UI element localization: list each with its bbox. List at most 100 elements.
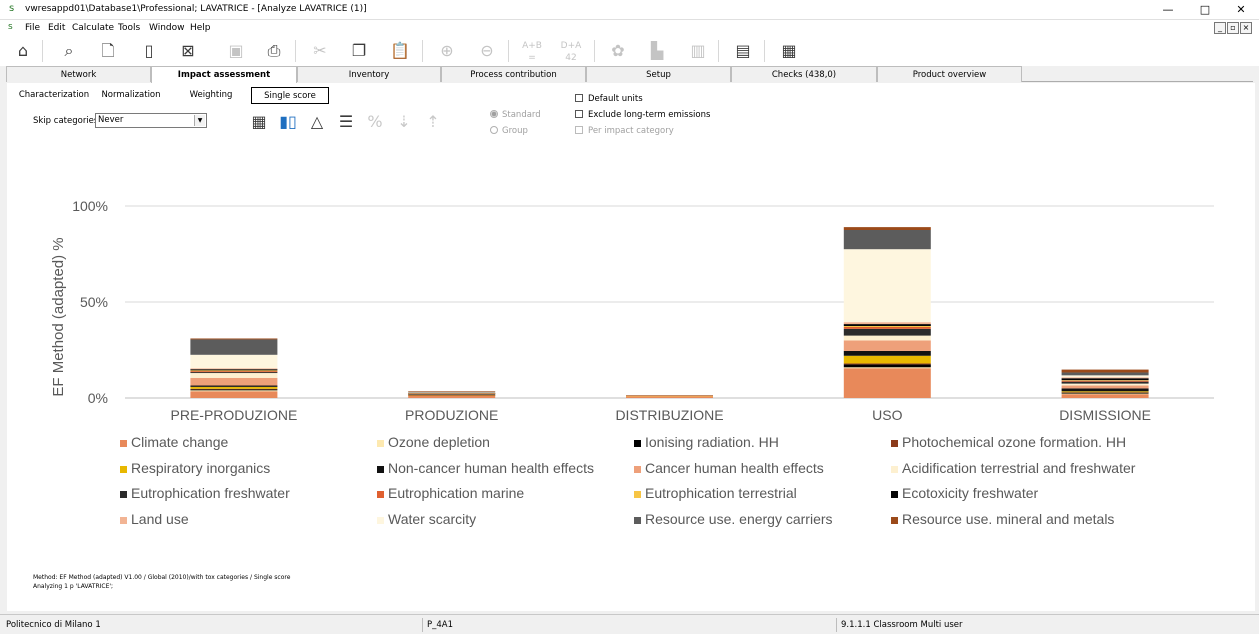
legend-swatch — [120, 517, 127, 524]
calculator-icon[interactable]: ▦ — [775, 38, 803, 64]
menu-window[interactable]: Window — [149, 23, 185, 33]
default-units-checkbox[interactable]: Default units — [575, 94, 643, 104]
document-icon[interactable]: ꜱ — [8, 22, 13, 32]
group-radio: Group — [490, 126, 528, 136]
legend-label: Resource use. energy carriers — [645, 511, 833, 527]
legend-swatch — [634, 491, 641, 498]
sort-percent-up-icon: ⇡ — [426, 112, 440, 131]
legend-label: Water scarcity — [388, 511, 476, 527]
content-panel: Characterization Normalization Weighting… — [7, 83, 1255, 611]
legend-swatch — [891, 466, 898, 473]
toolbar-separator — [42, 40, 43, 62]
y-tick-label: 100% — [72, 198, 108, 214]
close-document-icon[interactable]: ⊠ — [174, 38, 202, 64]
bar-chart-view-icon[interactable]: ▮▯ — [277, 111, 299, 133]
legend-swatch — [634, 517, 641, 524]
exclude-long-term-checkbox[interactable]: Exclude long-term emissions — [575, 110, 710, 120]
legend-label: Photochemical ozone formation. HH — [902, 434, 1126, 450]
tab-inventory[interactable]: Inventory — [297, 66, 441, 82]
legend-label: Eutrophication terrestrial — [645, 485, 797, 501]
subtab-normalization[interactable]: Normalization — [97, 87, 165, 104]
status-organization: Politecnico di Milano 1 — [6, 620, 101, 630]
triangle-view-icon[interactable]: △ — [306, 111, 328, 133]
subtab-single-score[interactable]: Single score — [251, 87, 329, 104]
close-button[interactable]: ✕ — [1223, 0, 1259, 20]
window-title: vwresappd01\Database1\Professional; LAVA… — [25, 4, 367, 14]
bar-segment — [1061, 393, 1149, 395]
legend-swatch — [891, 491, 898, 498]
x-tick-label: DISMISSIONE — [1059, 407, 1151, 423]
status-bar: Politecnico di Milano 1 P_4A1 9.1.1.1 Cl… — [0, 614, 1259, 634]
menu-file[interactable]: File — [25, 23, 40, 33]
flask-icon: ▙ — [650, 41, 664, 60]
bar-segment — [408, 394, 496, 396]
legend-label: Acidification terrestrial and freshwater — [902, 460, 1136, 476]
bar-segment — [843, 368, 931, 398]
report-icon[interactable]: ▤ — [729, 38, 757, 64]
bar-segment — [190, 377, 278, 386]
mdi-minimize-button[interactable]: _ — [1214, 22, 1226, 34]
legend-label: Ionising radiation. HH — [645, 434, 779, 450]
menu-tools[interactable]: Tools — [118, 23, 140, 33]
open-book-icon[interactable]: ▯ — [135, 38, 163, 64]
new-document-icon[interactable]: 🗋 — [94, 38, 122, 64]
bar-segment — [626, 395, 713, 396]
tab-impact-assessment[interactable]: Impact assessment — [151, 66, 297, 83]
subtab-weighting[interactable]: Weighting — [183, 87, 239, 104]
bar-segment — [843, 249, 931, 323]
print-icon[interactable]: ⎙ — [260, 38, 288, 64]
maximize-button[interactable]: □ — [1187, 0, 1223, 20]
mdi-close-button[interactable]: × — [1240, 22, 1252, 34]
legend-label: Eutrophication freshwater — [131, 485, 290, 501]
tab-network[interactable]: Network — [6, 66, 151, 82]
tab-setup[interactable]: Setup — [586, 66, 731, 82]
bar-segment — [843, 322, 931, 325]
bar-segment — [408, 392, 496, 394]
bar-segment — [1061, 381, 1149, 384]
copy-icon[interactable]: ❐ — [345, 38, 373, 64]
radio-dot-icon — [490, 110, 498, 118]
menu-edit[interactable]: Edit — [48, 23, 65, 33]
menu-help[interactable]: Help — [190, 23, 211, 33]
bar-segment — [190, 389, 278, 391]
home-icon[interactable]: ⌂ — [9, 38, 37, 64]
bar-segment — [1061, 372, 1149, 376]
bar-segment — [843, 227, 931, 230]
search-icon[interactable]: ⌕ — [55, 38, 83, 64]
skip-categories-select[interactable]: Never ▼ — [95, 113, 207, 128]
analyze-da-icon: D+A 42 — [560, 41, 582, 63]
mdi-restore-button[interactable]: ▫ — [1227, 22, 1239, 34]
bar-segment — [843, 324, 931, 326]
bar-segment — [843, 340, 931, 351]
menu-calculate[interactable]: Calculate — [72, 23, 114, 33]
checkbox-icon[interactable] — [575, 94, 583, 102]
settings-sliders-icon[interactable]: ☰ — [335, 111, 357, 133]
bar-segment — [843, 335, 931, 341]
bar-segment — [843, 326, 931, 327]
chevron-down-icon[interactable]: ▼ — [194, 115, 205, 126]
bar-segment — [843, 355, 931, 364]
legend-label: Land use — [131, 511, 189, 527]
checkbox-icon[interactable] — [575, 110, 583, 118]
per-impact-category-checkbox: Per impact category — [575, 126, 674, 136]
analyzing-line: Analyzing 1 p 'LAVATRICE'; — [33, 583, 114, 590]
bar-segment — [1061, 383, 1149, 386]
tab-checks[interactable]: Checks (438,0) — [731, 66, 877, 82]
bar-segment — [1061, 392, 1149, 393]
bar-segment — [190, 371, 278, 373]
table-view-icon[interactable]: ▦ — [248, 111, 270, 133]
minimize-button[interactable]: — — [1150, 0, 1186, 20]
standard-radio: Standard — [490, 110, 541, 120]
bar-segment — [190, 339, 278, 355]
legend-swatch — [377, 440, 384, 447]
tab-process-contribution[interactable]: Process contribution — [441, 66, 586, 82]
network-icon: ✿ — [611, 41, 625, 60]
legend-label: Eutrophication marine — [388, 485, 524, 501]
tab-product-overview[interactable]: Product overview — [877, 66, 1022, 82]
bar-segment — [843, 350, 931, 356]
bar-segment — [843, 230, 931, 250]
toolbar-separator — [764, 40, 765, 62]
save-icon: ▣ — [228, 41, 244, 60]
method-line: Method: EF Method (adapted) V1.00 / Glob… — [33, 574, 291, 581]
subtab-characterization[interactable]: Characterization — [15, 87, 93, 104]
